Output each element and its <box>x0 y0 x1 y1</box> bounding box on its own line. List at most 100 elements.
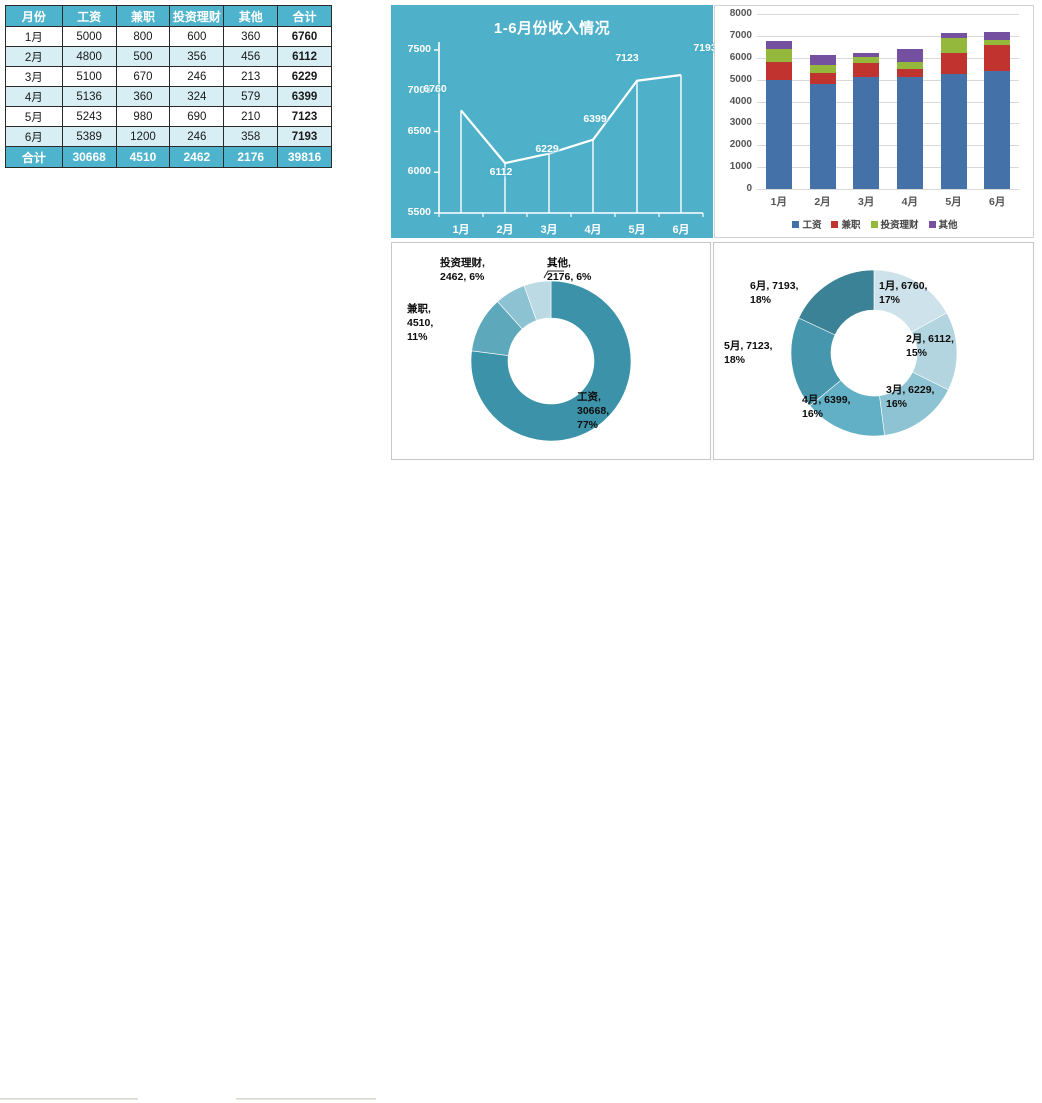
bar-segment-工资[interactable] <box>984 71 1011 189</box>
footer-cell-invest[interactable]: 2462 <box>169 146 225 168</box>
cell-salary[interactable]: 5100 <box>61 66 117 87</box>
bar-chart-x-tick: 2月 <box>814 196 831 208</box>
cell-other[interactable]: 456 <box>223 46 279 67</box>
cell-parttime[interactable]: 670 <box>115 66 171 87</box>
donut-label-line: 4月, 6399, <box>802 394 851 406</box>
donut-label-line: 15% <box>906 347 928 359</box>
cell-parttime[interactable]: 800 <box>115 26 171 47</box>
bar-segment-兼职[interactable] <box>984 44 1011 72</box>
legend-item-投资理财[interactable]: 投资理财 <box>870 217 919 231</box>
cell-total[interactable]: 6229 <box>277 66 332 87</box>
cell-total[interactable]: 7123 <box>277 106 332 127</box>
cell-salary[interactable]: 5389 <box>61 126 117 147</box>
table-total-row[interactable]: 合计 30668 4510 2462 2176 39816 <box>5 146 332 168</box>
cell-month[interactable]: 1月 <box>5 26 63 47</box>
header-cell-parttime[interactable]: 兼职 <box>115 5 171 27</box>
month-donut-panel[interactable]: 1月, 6760, 17% 2月, 6112, 15% 3月, 6229, 16% 4月, … <box>713 242 1034 460</box>
bar-segment-兼职[interactable] <box>940 52 967 75</box>
cell-other[interactable]: 210 <box>223 106 279 127</box>
bar-segment-工资[interactable] <box>896 76 923 189</box>
cell-month[interactable]: 2月 <box>5 46 63 67</box>
cell-other[interactable]: 360 <box>223 26 279 47</box>
bar-stack[interactable] <box>984 14 1011 189</box>
line-chart-data-label: 6760 <box>423 83 447 96</box>
bar-segment-其他[interactable] <box>896 49 923 62</box>
cell-salary[interactable]: 5000 <box>61 26 117 47</box>
donut-label-line: 17% <box>879 294 901 306</box>
bar-segment-投资理财[interactable] <box>765 49 792 63</box>
header-cell-month[interactable]: 月份 <box>5 5 63 27</box>
legend-item-工资[interactable]: 工资 <box>792 217 821 231</box>
cell-salary[interactable]: 4800 <box>61 46 117 67</box>
cell-month[interactable]: 5月 <box>5 106 63 127</box>
footer-cell-parttime[interactable]: 4510 <box>115 146 171 168</box>
bar-segment-其他[interactable] <box>809 55 836 66</box>
header-cell-total[interactable]: 合计 <box>277 5 332 27</box>
cell-other[interactable]: 213 <box>223 66 279 87</box>
table-row[interactable]: 6月 5389 1200 246 358 7193 <box>5 126 332 147</box>
bar-segment-投资理财[interactable] <box>940 37 967 53</box>
bar-segment-投资理财[interactable] <box>809 65 836 74</box>
cell-parttime[interactable]: 1200 <box>115 126 171 147</box>
table-row[interactable]: 5月 5243 980 690 210 7123 <box>5 106 332 127</box>
bar-stack[interactable] <box>896 14 923 189</box>
bar-chart-gridline <box>757 123 1019 125</box>
bar-segment-投资理财[interactable] <box>896 61 923 69</box>
cell-total[interactable]: 6112 <box>277 46 332 67</box>
stacked-bar-chart-legend: 工资 兼职 投资理财 其他 <box>715 217 1035 231</box>
cell-parttime[interactable]: 980 <box>115 106 171 127</box>
legend-item-兼职[interactable]: 兼职 <box>831 217 861 231</box>
cell-invest[interactable]: 246 <box>169 66 225 87</box>
header-cell-salary[interactable]: 工资 <box>61 5 117 27</box>
bar-segment-其他[interactable] <box>765 41 792 49</box>
header-cell-invest[interactable]: 投资理财 <box>169 5 225 27</box>
cell-total[interactable]: 6399 <box>277 86 332 107</box>
bar-segment-工资[interactable] <box>940 74 967 189</box>
cell-invest[interactable]: 600 <box>169 26 225 47</box>
bar-segment-兼职[interactable] <box>765 62 792 80</box>
bar-stack[interactable] <box>853 14 880 189</box>
cell-total[interactable]: 7193 <box>277 126 332 147</box>
cell-other[interactable]: 358 <box>223 126 279 147</box>
cell-total[interactable]: 6760 <box>277 26 332 47</box>
bar-stack[interactable] <box>940 14 967 189</box>
table-row[interactable]: 4月 5136 360 324 579 6399 <box>5 86 332 107</box>
footer-cell-salary[interactable]: 30668 <box>61 146 117 168</box>
cell-parttime[interactable]: 500 <box>115 46 171 67</box>
header-cell-other[interactable]: 其他 <box>223 5 279 27</box>
cell-parttime[interactable]: 360 <box>115 86 171 107</box>
bar-chart-y-tick: 3000 <box>729 117 752 129</box>
income-table[interactable]: 月份 工资 兼职 投资理财 其他 合计 1月 5000 800 600 360 … <box>5 5 332 168</box>
cell-invest[interactable]: 324 <box>169 86 225 107</box>
bar-segment-工资[interactable] <box>765 79 792 189</box>
cell-salary[interactable]: 5243 <box>61 106 117 127</box>
line-chart-panel[interactable]: 1-6月份收入情况 7500 7000 6500 6000 5500 1月 2月 3月 4月 5月… <box>391 5 717 238</box>
footer-cell-other[interactable]: 2176 <box>223 146 279 168</box>
category-donut-panel[interactable]: 工资, 30668, 77% 兼职, 4510, 11% 投资理财, 2462, 6% 其他, 2… <box>391 242 711 460</box>
bar-segment-兼职[interactable] <box>809 73 836 84</box>
bar-segment-兼职[interactable] <box>896 68 923 77</box>
bar-segment-兼职[interactable] <box>853 62 880 78</box>
cell-month[interactable]: 6月 <box>5 126 63 147</box>
footer-cell-total[interactable]: 39816 <box>277 146 332 168</box>
legend-item-其他[interactable]: 其他 <box>928 217 958 231</box>
footer-cell-label[interactable]: 合计 <box>5 146 63 168</box>
cell-invest[interactable]: 246 <box>169 126 225 147</box>
table-row[interactable]: 1月 5000 800 600 360 6760 <box>5 26 332 47</box>
cell-invest[interactable]: 690 <box>169 106 225 127</box>
bar-segment-其他[interactable] <box>984 31 1011 40</box>
bar-segment-工资[interactable] <box>809 84 836 189</box>
bar-stack[interactable] <box>765 14 792 189</box>
cell-other[interactable]: 579 <box>223 86 279 107</box>
bar-stack[interactable] <box>809 14 836 189</box>
line-chart-svg <box>434 42 704 217</box>
table-row[interactable]: 3月 5100 670 246 213 6229 <box>5 66 332 87</box>
table-row[interactable]: 2月 4800 500 356 456 6112 <box>5 46 332 67</box>
donut-label-line: 1月, 6760, <box>879 280 928 292</box>
bar-segment-工资[interactable] <box>853 77 880 189</box>
cell-invest[interactable]: 356 <box>169 46 225 67</box>
cell-month[interactable]: 4月 <box>5 86 63 107</box>
cell-salary[interactable]: 5136 <box>61 86 117 107</box>
stacked-bar-chart-panel[interactable]: 8000 7000 6000 5000 4000 3000 2000 1000 0 1月 2月 3月 4… <box>714 5 1034 238</box>
cell-month[interactable]: 3月 <box>5 66 63 87</box>
